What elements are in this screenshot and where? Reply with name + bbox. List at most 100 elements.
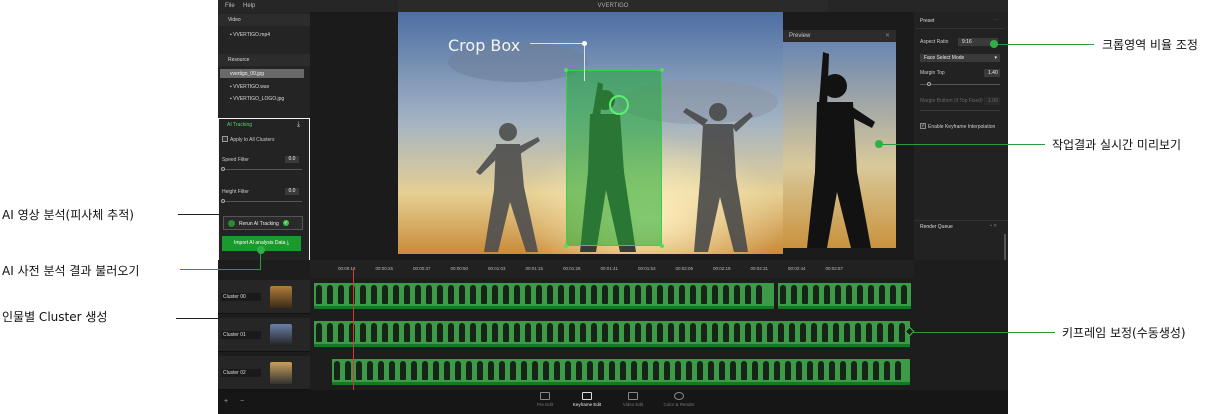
cluster-clip[interactable]	[314, 321, 910, 347]
keyframe-interp-checkbox[interactable]: ✓	[920, 123, 926, 129]
crop-handle[interactable]	[564, 68, 568, 72]
render-queue-options-icon[interactable]: ▪ ✕	[990, 223, 997, 229]
cluster-clip[interactable]	[332, 359, 910, 385]
crop-label-leader	[530, 43, 584, 44]
menu-help[interactable]: Help	[243, 3, 255, 9]
margin-top-knob[interactable]	[927, 82, 931, 86]
margin-top-label: Margin Top	[920, 70, 945, 76]
margin-bottom-slider[interactable]	[920, 110, 1000, 111]
clip-frame-thumbnail	[525, 323, 531, 342]
mode-label: Video Edit	[622, 402, 644, 407]
clip-frame-thumbnail	[426, 285, 432, 304]
annotation-line	[912, 332, 1055, 334]
file-item-resource-0[interactable]: vvertigo_00.jpg	[220, 69, 304, 78]
clip-frame-thumbnail	[602, 323, 608, 342]
rerun-ai-tracking-button[interactable]: Rerun AI Tracking ✓	[223, 216, 303, 230]
clip-frame-thumbnail	[690, 323, 696, 342]
annotation-ai-import: AI 사전 분석 결과 불러오기	[2, 264, 140, 278]
apply-all-label: Apply to All Clusters	[230, 137, 275, 143]
file-item-resource-1[interactable]: ▪ VVERTIGO.wav	[220, 82, 304, 91]
mode-label: Keyframe Edit	[572, 402, 602, 407]
time-ruler[interactable]: 00:00:12 00:00:25 00:00:37 00:00:50 00:01:03…	[310, 260, 914, 278]
playhead[interactable]	[353, 268, 354, 390]
crop-handle[interactable]	[564, 244, 568, 248]
clip-frame-thumbnail	[470, 323, 476, 342]
clip-frame-thumbnail	[734, 285, 740, 304]
clip-frame-thumbnail	[356, 361, 362, 380]
clip-frame-thumbnail	[802, 285, 808, 304]
clip-frame-thumbnail	[813, 285, 819, 304]
crop-label-anchor	[582, 41, 587, 46]
margin-bottom-value[interactable]: 1.00	[984, 97, 1000, 105]
preview-title-bar: Preview ✕	[783, 30, 896, 42]
cluster-label[interactable]: Cluster 02	[221, 369, 261, 377]
mode-color-render[interactable]: Color & Render	[658, 392, 700, 407]
clip-frame-thumbnail	[543, 361, 549, 380]
clip-frame-thumbnail	[701, 323, 707, 342]
cluster-track-2: Cluster 02	[218, 356, 914, 390]
panel-options-icon[interactable]: ▫ ▫	[993, 17, 998, 23]
file-item-video[interactable]: ▪ VVERTIGO.mp4	[220, 30, 304, 39]
clip-frame-thumbnail	[591, 323, 597, 342]
clip-frame-thumbnail	[613, 285, 619, 304]
file-item-resource-2[interactable]: ▪ VVERTIGO_LOGO.jpg	[220, 94, 304, 103]
clip-frame-thumbnail	[844, 323, 850, 342]
clip-frame-thumbnail	[437, 285, 443, 304]
clip-frame-thumbnail	[884, 361, 890, 380]
clip-frame-thumbnail	[824, 285, 830, 304]
mode-video-edit[interactable]: Video Edit	[612, 392, 654, 407]
annotation-line	[994, 44, 1094, 46]
margin-top-slider[interactable]	[920, 84, 1000, 85]
speed-filter-value[interactable]: 0.0	[285, 156, 299, 163]
face-select-mode-dropdown[interactable]: Face Select Mode ▾	[920, 54, 1000, 62]
download-icon[interactable]: ⤓	[297, 121, 300, 129]
clip-frame-thumbnail	[580, 323, 586, 342]
clip-frame-thumbnail	[565, 361, 571, 380]
clip-frame-thumbnail	[901, 285, 907, 304]
height-filter-slider[interactable]	[222, 201, 302, 202]
clip-frame-thumbnail	[734, 323, 740, 342]
clip-frame-thumbnail	[532, 361, 538, 380]
clip-frame-thumbnail	[822, 323, 828, 342]
height-filter-value[interactable]: 0.0	[285, 188, 299, 195]
cluster-clip[interactable]	[314, 283, 774, 309]
clip-frame-thumbnail	[514, 323, 520, 342]
crop-handle[interactable]	[660, 68, 664, 72]
height-filter-knob[interactable]	[221, 199, 225, 203]
margin-top-value[interactable]: 1.40	[984, 69, 1000, 77]
rerun-label: Rerun AI Tracking	[239, 221, 279, 227]
tracking-target-icon[interactable]	[609, 95, 629, 115]
crop-box[interactable]	[564, 68, 664, 248]
clip-frame-thumbnail	[778, 323, 784, 342]
cluster-clip[interactable]	[778, 283, 911, 309]
clip-frame-thumbnail	[470, 285, 476, 304]
clip-frame-thumbnail	[664, 361, 670, 380]
clip-frame-thumbnail	[879, 285, 885, 304]
clip-frame-thumbnail	[415, 323, 421, 342]
crop-handle[interactable]	[660, 244, 664, 248]
clip-frame-thumbnail	[857, 285, 863, 304]
clip-frame-thumbnail	[591, 285, 597, 304]
clip-frame-thumbnail	[481, 285, 487, 304]
zoom-in-button[interactable]: +	[224, 398, 228, 405]
clip-frame-thumbnail	[756, 323, 762, 342]
clip-frame-thumbnail	[675, 361, 681, 380]
speed-filter-knob[interactable]	[221, 167, 225, 171]
menu-file[interactable]: File	[225, 3, 235, 9]
clip-frame-thumbnail	[459, 285, 465, 304]
apply-all-checkbox[interactable]	[222, 136, 228, 142]
clip-frame-thumbnail	[393, 285, 399, 304]
close-icon[interactable]: ✕	[885, 32, 890, 39]
cluster-label[interactable]: Cluster 00	[221, 293, 261, 301]
cluster-label[interactable]: Cluster 01	[221, 331, 261, 339]
clip-frame-thumbnail	[371, 323, 377, 342]
zoom-out-button[interactable]: −	[240, 398, 244, 405]
clip-frame-thumbnail	[459, 323, 465, 342]
clip-frame-thumbnail	[631, 361, 637, 380]
mode-pre-edit[interactable]: Pre Edit	[524, 392, 566, 407]
clip-frame-thumbnail	[657, 323, 663, 342]
speed-filter-slider[interactable]	[222, 169, 302, 170]
mode-keyframe-edit[interactable]: Keyframe Edit	[566, 392, 608, 407]
ai-tracking-title: AI Tracking	[227, 122, 253, 128]
clip-frame-thumbnail	[378, 361, 384, 380]
